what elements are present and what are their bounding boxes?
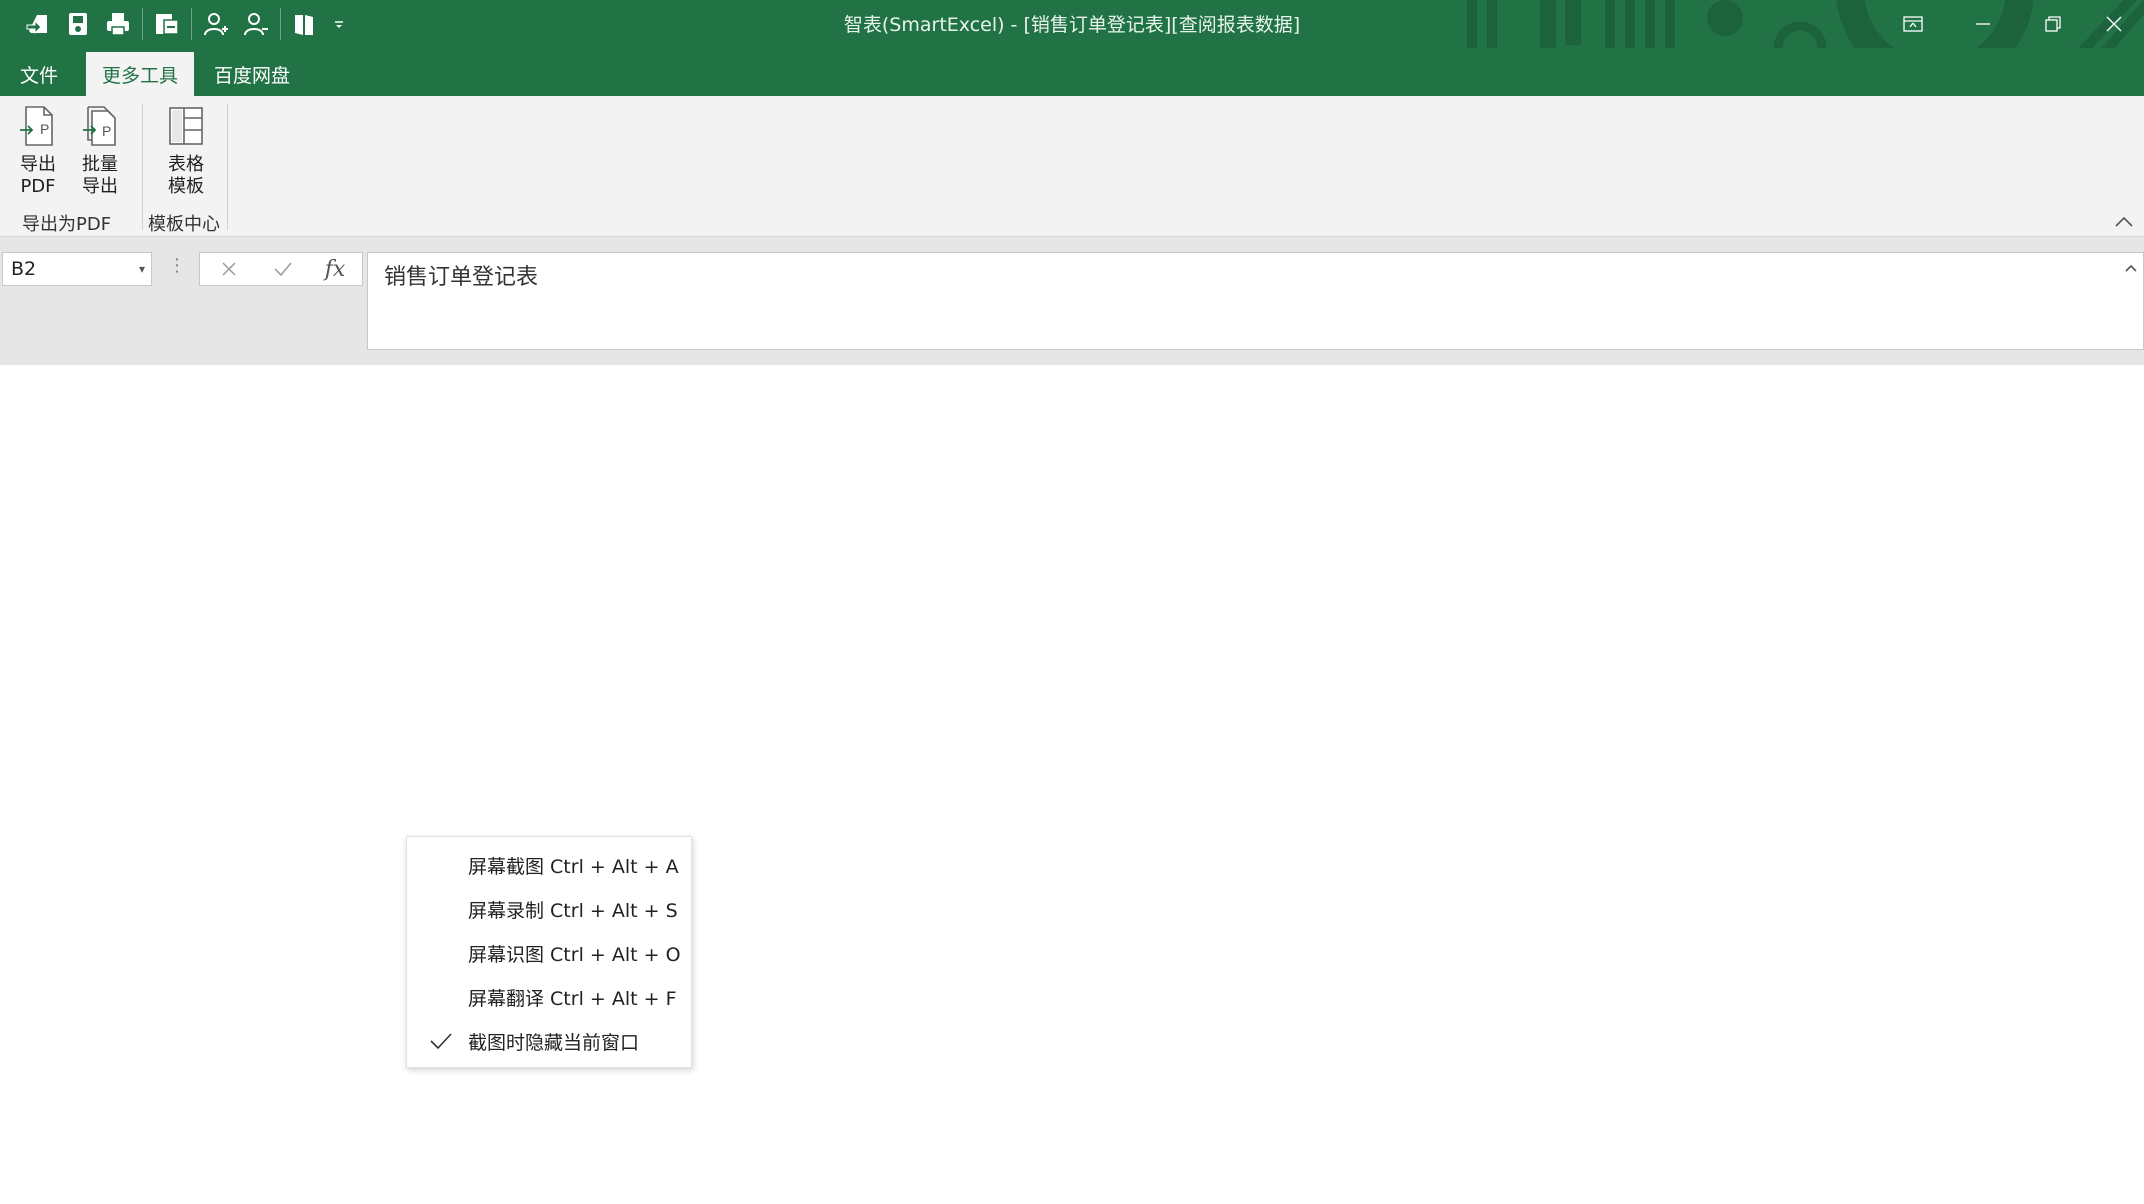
collapse-ribbon-icon[interactable]	[2112, 214, 2136, 230]
formula-value: 销售订单登记表	[384, 265, 539, 290]
menu-item-screen-translate[interactable]: 屏幕翻译 Ctrl + Alt + F	[407, 975, 691, 1019]
export-pdf-label-line2: PDF	[20, 176, 56, 197]
confirm-icon[interactable]	[258, 253, 308, 285]
restore-icon[interactable]	[2018, 0, 2088, 48]
menu-item-label: 屏幕识图 Ctrl + Alt + O	[468, 943, 681, 966]
export-pdf-label-line1: 导出	[20, 154, 56, 175]
customize-dropdown-icon[interactable]	[325, 8, 353, 40]
toolbar-divider	[142, 8, 143, 40]
user-add-icon[interactable]	[196, 8, 236, 40]
checkmark-icon	[430, 1033, 452, 1050]
tab-file[interactable]: 文件	[2, 52, 76, 96]
export-pdf-icon: P	[20, 106, 53, 146]
chevron-down-icon[interactable]: ▾	[139, 253, 145, 285]
toolbar-divider	[191, 8, 192, 40]
group-divider	[142, 104, 143, 230]
export-icon[interactable]	[147, 8, 187, 40]
table-template-label-line2: 模板	[168, 176, 204, 197]
close-icon[interactable]	[2084, 0, 2144, 48]
cancel-icon[interactable]	[204, 253, 254, 285]
formula-input[interactable]: 销售订单登记表	[367, 252, 2144, 350]
svg-text:P: P	[40, 121, 49, 137]
tab-more-tools[interactable]: 更多工具	[86, 52, 194, 96]
batch-export-label-line1: 批量	[82, 154, 118, 175]
menu-item-label: 屏幕翻译 Ctrl + Alt + F	[468, 987, 677, 1010]
menu-item-label: 屏幕截图 Ctrl + Alt + A	[468, 855, 679, 878]
batch-export-icon: P	[83, 106, 116, 146]
formula-bar: B2 ▾ ⋮ fx 销售订单登记表	[0, 237, 2144, 365]
title-bar: 智表(SmartExcel) - [销售订单登记表][查阅报表数据]	[0, 0, 2144, 48]
menu-item-screen-record[interactable]: 屏幕录制 Ctrl + Alt + S	[407, 887, 691, 931]
menu-item-label: 屏幕录制 Ctrl + Alt + S	[468, 899, 678, 922]
group-divider	[227, 104, 228, 230]
quick-access-toolbar	[18, 8, 353, 40]
table-template-label-line1: 表格	[168, 154, 204, 175]
book-icon[interactable]	[285, 8, 325, 40]
context-menu: 屏幕截图 Ctrl + Alt + A 屏幕录制 Ctrl + Alt + S …	[406, 836, 692, 1068]
print-icon[interactable]	[98, 8, 138, 40]
user-remove-icon[interactable]	[236, 8, 276, 40]
save-icon[interactable]	[58, 8, 98, 40]
menu-item-screen-ocr[interactable]: 屏幕识图 Ctrl + Alt + O	[407, 931, 691, 975]
ribbon-display-icon[interactable]	[1878, 0, 1948, 48]
table-template-icon	[169, 107, 203, 145]
menu-item-screenshot[interactable]: 屏幕截图 Ctrl + Alt + A	[407, 843, 691, 887]
menu-item-label: 截图时隐藏当前窗口	[468, 1031, 640, 1054]
svg-text:P: P	[102, 123, 111, 139]
insert-function-button[interactable]: fx	[310, 253, 360, 285]
collapse-formula-icon[interactable]	[2123, 261, 2139, 275]
table-template-button[interactable]: 表格 模板	[160, 104, 212, 198]
ribbon: P 导出 PDF P 批量 导出 导出为PDF 表格 模板 模板中心	[0, 96, 2144, 237]
toolbar-divider	[280, 8, 281, 40]
export-pdf-button[interactable]: P 导出 PDF	[12, 104, 64, 198]
menu-tabs: 文件 更多工具 百度网盘	[0, 48, 2144, 96]
group-label-export-pdf: 导出为PDF	[22, 214, 112, 235]
formula-buttons: fx	[199, 252, 363, 286]
resize-handle-icon[interactable]: ⋮	[168, 255, 186, 276]
menu-item-hide-window[interactable]: 截图时隐藏当前窗口	[407, 1019, 691, 1063]
minimize-icon[interactable]	[1948, 0, 2018, 48]
batch-export-button[interactable]: P 批量 导出	[74, 104, 126, 198]
group-label-template-center: 模板中心	[148, 214, 220, 235]
open-file-icon[interactable]	[18, 8, 58, 40]
name-box-value: B2	[11, 258, 37, 280]
batch-export-label-line2: 导出	[82, 176, 118, 197]
name-box[interactable]: B2 ▾	[2, 252, 152, 286]
tab-baidu-netdisk[interactable]: 百度网盘	[196, 52, 308, 96]
